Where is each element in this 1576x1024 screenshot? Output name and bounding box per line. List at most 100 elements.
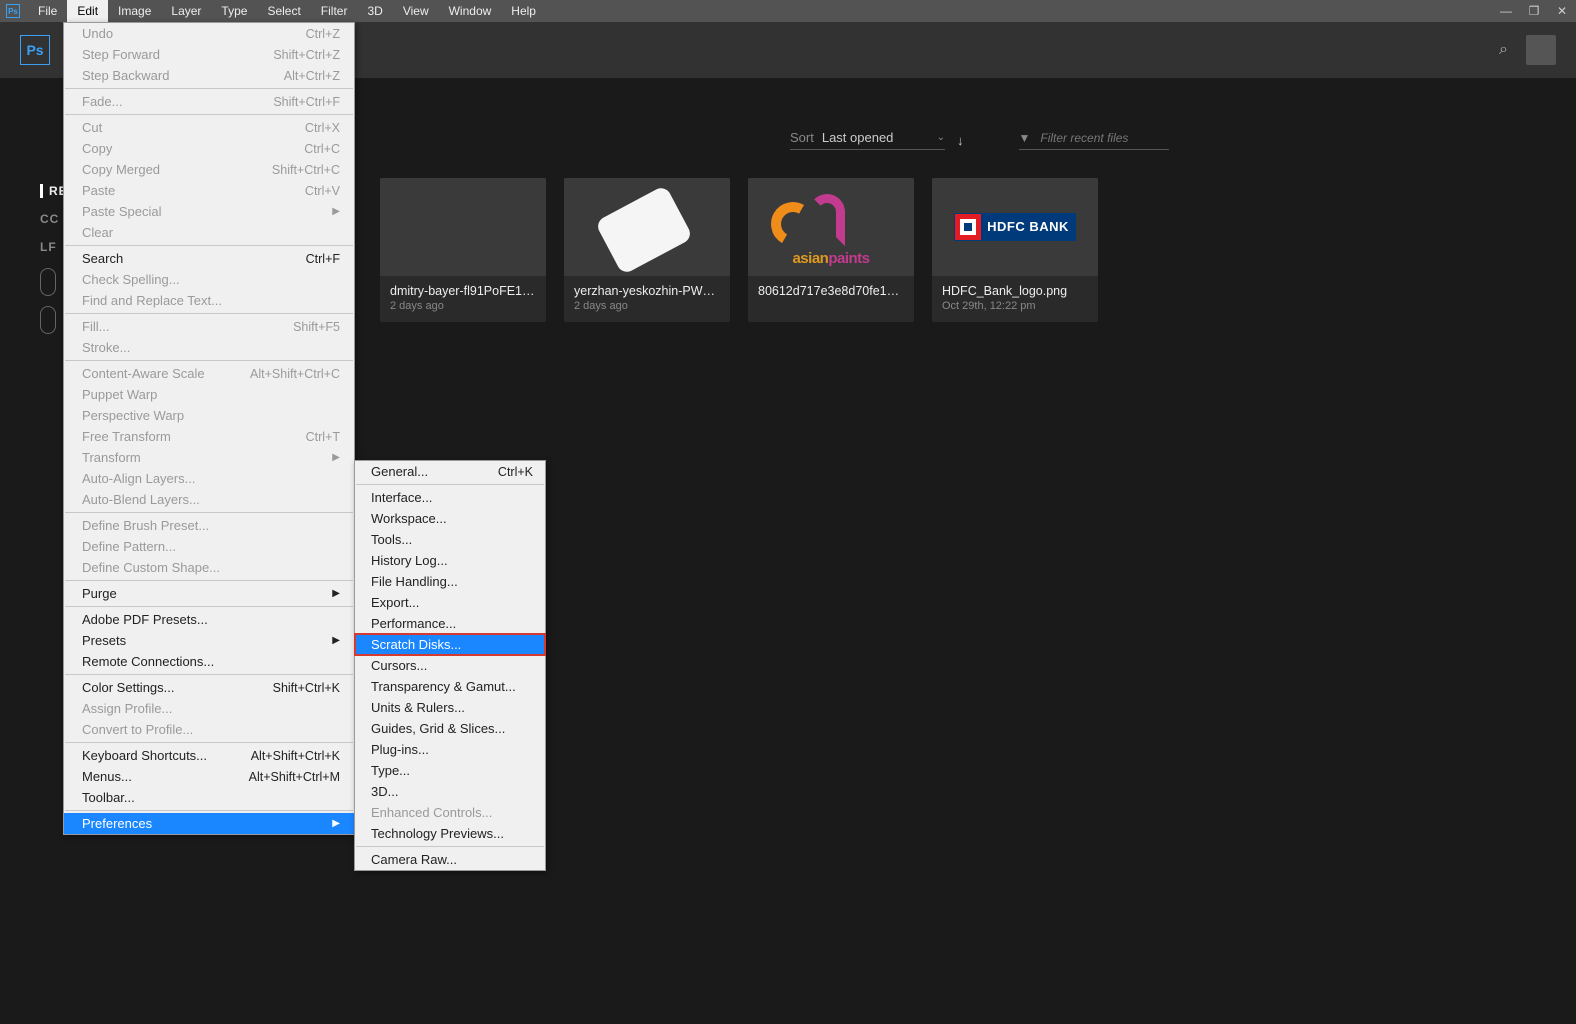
pref-item-history-log[interactable]: History Log... <box>355 550 545 571</box>
menu-window[interactable]: Window <box>439 0 502 22</box>
sort-direction-button[interactable]: ↓ <box>957 133 964 148</box>
menu-item-label: Transparency & Gamut... <box>371 679 516 694</box>
menu-separator <box>356 484 544 485</box>
menu-help[interactable]: Help <box>501 0 546 22</box>
menu-item-label: Camera Raw... <box>371 852 457 867</box>
menu-separator <box>65 810 353 811</box>
submenu-arrow-icon: ▶ <box>332 818 340 829</box>
pref-item-type[interactable]: Type... <box>355 760 545 781</box>
menu-item-label: Transform <box>82 450 141 465</box>
edit-item-clear: Clear <box>64 222 354 243</box>
menu-type[interactable]: Type <box>211 0 257 22</box>
thumbnail <box>380 178 546 276</box>
menu-item-label: Fade... <box>82 94 122 109</box>
edit-item-auto-blend-layers: Auto-Blend Layers... <box>64 489 354 510</box>
edit-item-keyboard-shortcuts[interactable]: Keyboard Shortcuts...Alt+Shift+Ctrl+K <box>64 745 354 766</box>
menu-item-label: Purge <box>82 586 117 601</box>
menu-shortcut: Ctrl+Z <box>306 27 340 41</box>
menu-layer[interactable]: Layer <box>161 0 211 22</box>
edit-item-toolbar[interactable]: Toolbar... <box>64 787 354 808</box>
edit-item-copy-merged: Copy MergedShift+Ctrl+C <box>64 159 354 180</box>
pref-item-workspace[interactable]: Workspace... <box>355 508 545 529</box>
pref-item-units-rulers[interactable]: Units & Rulers... <box>355 697 545 718</box>
pref-item-tools[interactable]: Tools... <box>355 529 545 550</box>
menu-item-label: Step Backward <box>82 68 169 83</box>
pref-item-scratch-disks[interactable]: Scratch Disks... <box>355 634 545 655</box>
pref-item-3d[interactable]: 3D... <box>355 781 545 802</box>
chevron-down-icon: ⌄ <box>937 132 945 143</box>
menu-select[interactable]: Select <box>257 0 310 22</box>
pref-item-general[interactable]: General...Ctrl+K <box>355 461 545 482</box>
menu-item-label: Scratch Disks... <box>371 637 461 652</box>
pref-item-plug-ins[interactable]: Plug-ins... <box>355 739 545 760</box>
search-icon[interactable]: ⌕ <box>1499 41 1508 59</box>
menu-shortcut: Ctrl+T <box>306 430 340 444</box>
menu-image[interactable]: Image <box>108 0 161 22</box>
recent-file-card[interactable]: yerzhan-yeskozhin-PWC_...2 days ago <box>564 178 730 322</box>
sort-dropdown[interactable]: Sort Last opened ⌄ <box>790 130 945 150</box>
edit-item-preferences[interactable]: Preferences ▶ <box>64 813 354 834</box>
pref-item-technology-previews[interactable]: Technology Previews... <box>355 823 545 844</box>
pref-item-export[interactable]: Export... <box>355 592 545 613</box>
menu-item-label: Presets <box>82 633 126 648</box>
menu-3d[interactable]: 3D <box>357 0 392 22</box>
submenu-arrow-icon: ▶ <box>332 452 340 463</box>
file-time: Oct 29th, 12:22 pm <box>942 300 1088 312</box>
recent-file-card[interactable]: HDFC BANKHDFC_Bank_logo.pngOct 29th, 12:… <box>932 178 1098 322</box>
nav-pill-2[interactable] <box>40 306 56 334</box>
edit-item-content-aware-scale: Content-Aware ScaleAlt+Shift+Ctrl+C <box>64 363 354 384</box>
minimize-button[interactable]: — <box>1492 4 1520 18</box>
menu-item-label: Copy Merged <box>82 162 160 177</box>
pref-item-interface[interactable]: Interface... <box>355 487 545 508</box>
menu-separator <box>65 512 353 513</box>
recent-files-grid: dmitry-bayer-fl91PoFE1DU...2 days agoyer… <box>380 178 1546 322</box>
preferences-submenu: General...Ctrl+K Interface... Workspace...… <box>354 460 546 871</box>
submenu-arrow-icon: ▶ <box>332 206 340 217</box>
nav-pill-1[interactable] <box>40 268 56 296</box>
close-button[interactable]: ✕ <box>1548 4 1576 18</box>
menu-item-label: Paste <box>82 183 115 198</box>
pref-item-guides-grid-slices[interactable]: Guides, Grid & Slices... <box>355 718 545 739</box>
maximize-button[interactable]: ❐ <box>1520 4 1548 18</box>
menu-separator <box>65 360 353 361</box>
menu-separator <box>65 313 353 314</box>
edit-item-color-settings[interactable]: Color Settings...Shift+Ctrl+K <box>64 677 354 698</box>
window-controls: — ❐ ✕ <box>1492 4 1576 18</box>
edit-item-purge[interactable]: Purge ▶ <box>64 583 354 604</box>
menu-separator <box>65 245 353 246</box>
menu-item-label: Enhanced Controls... <box>371 805 492 820</box>
edit-item-copy: CopyCtrl+C <box>64 138 354 159</box>
pref-item-camera-raw[interactable]: Camera Raw... <box>355 849 545 870</box>
menu-item-label: Color Settings... <box>82 680 175 695</box>
pref-item-performance[interactable]: Performance... <box>355 613 545 634</box>
edit-item-paste-special: Paste Special▶ <box>64 201 354 222</box>
recent-file-card[interactable]: asianpaints80612d717e3e8d70fe1c456 <box>748 178 914 322</box>
edit-item-menus[interactable]: Menus...Alt+Shift+Ctrl+M <box>64 766 354 787</box>
menu-item-label: Tools... <box>371 532 412 547</box>
menu-item-label: Interface... <box>371 490 432 505</box>
menu-item-label: Clear <box>82 225 113 240</box>
edit-item-presets[interactable]: Presets▶ <box>64 630 354 651</box>
menu-file[interactable]: File <box>28 0 67 22</box>
menu-view[interactable]: View <box>393 0 439 22</box>
edit-item-search[interactable]: SearchCtrl+F <box>64 248 354 269</box>
sort-filter-bar: Sort Last opened ⌄ ↓ ▼ Filter recent fil… <box>380 130 1546 150</box>
recent-file-card[interactable]: dmitry-bayer-fl91PoFE1DU...2 days ago <box>380 178 546 322</box>
menu-shortcut: Alt+Shift+Ctrl+C <box>250 367 340 381</box>
menu-edit[interactable]: Edit <box>67 0 108 22</box>
filter-input[interactable]: ▼ Filter recent files <box>1019 131 1169 150</box>
pref-item-file-handling[interactable]: File Handling... <box>355 571 545 592</box>
edit-item-remote-connections[interactable]: Remote Connections... <box>64 651 354 672</box>
menu-item-label: Preferences <box>82 816 152 831</box>
avatar[interactable] <box>1526 35 1556 65</box>
menu-item-label: Free Transform <box>82 429 171 444</box>
edit-item-fade: Fade...Shift+Ctrl+F <box>64 91 354 112</box>
pref-item-cursors[interactable]: Cursors... <box>355 655 545 676</box>
menu-filter[interactable]: Filter <box>311 0 358 22</box>
menu-separator <box>65 580 353 581</box>
edit-item-puppet-warp: Puppet Warp <box>64 384 354 405</box>
pref-item-transparency-gamut[interactable]: Transparency & Gamut... <box>355 676 545 697</box>
edit-item-transform: Transform ▶ <box>64 447 354 468</box>
edit-item-adobe-pdf-presets[interactable]: Adobe PDF Presets... <box>64 609 354 630</box>
submenu-arrow-icon: ▶ <box>332 588 340 599</box>
